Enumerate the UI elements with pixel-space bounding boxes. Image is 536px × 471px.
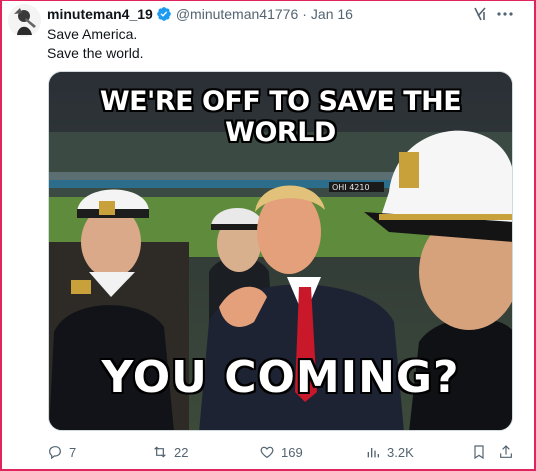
views-count: 3.2K	[387, 444, 414, 460]
repost-count: 22	[174, 444, 189, 460]
display-name[interactable]: minuteman4_19	[47, 6, 153, 22]
post-text-line-1: Save America.	[47, 26, 138, 42]
reply-count: 7	[69, 444, 77, 460]
avatar-image	[8, 4, 41, 37]
reply-icon	[49, 446, 61, 460]
post-header: minuteman4_19 @minuteman41776 · Jan 16	[47, 5, 353, 23]
share-button[interactable]	[498, 444, 514, 460]
like-button[interactable]: 169	[259, 444, 303, 460]
more-icon[interactable]	[495, 6, 515, 22]
post-image[interactable]: OHI 4210 WE'RE OFF TO SAVE THE WORLD YOU…	[48, 71, 513, 431]
repost-icon	[154, 446, 166, 458]
share-icon	[500, 445, 512, 458]
like-count: 169	[281, 444, 303, 460]
grok-icon[interactable]	[472, 6, 488, 22]
scoreboard-text: OHI 4210	[332, 183, 370, 192]
views-icon	[367, 448, 379, 458]
reply-button[interactable]: 7	[47, 444, 76, 460]
post-text: Save America. Save the world.	[47, 25, 144, 63]
separator-dot: ·	[302, 6, 307, 22]
verified-badge-icon	[156, 7, 171, 21]
meme-bottom-text: YOU COMING?	[101, 352, 460, 403]
handle[interactable]: @minuteman41776	[176, 6, 298, 22]
bookmark-icon	[474, 445, 484, 460]
meme-top-text: WE'RE OFF TO SAVE THE WORLD	[99, 86, 462, 148]
bookmark-button[interactable]	[471, 444, 487, 460]
avatar[interactable]	[8, 4, 41, 37]
views-button[interactable]: 3.2K	[365, 444, 414, 460]
repost-button[interactable]: 22	[152, 444, 188, 460]
post-text-line-2: Save the world.	[47, 45, 144, 61]
action-bar: 7 22 169 3.2K	[47, 444, 517, 464]
like-icon	[260, 446, 274, 459]
post-date[interactable]: Jan 16	[311, 6, 353, 22]
